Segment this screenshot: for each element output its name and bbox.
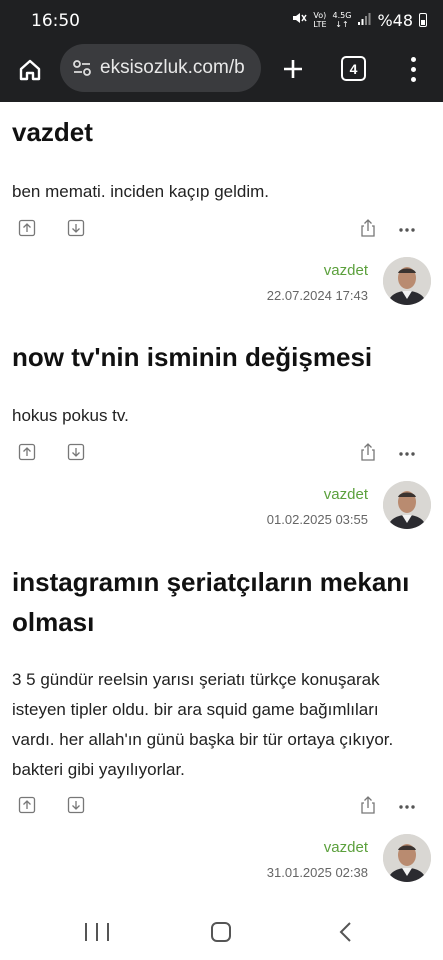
signal-icon	[357, 11, 371, 30]
plus-icon	[284, 60, 302, 78]
upvote-icon	[18, 796, 36, 814]
battery-icon	[419, 13, 427, 27]
home-button[interactable]	[14, 54, 46, 86]
url-text: eksisozluk.com/b	[100, 57, 245, 78]
upvote-button[interactable]	[17, 218, 37, 238]
more-icon	[399, 228, 415, 232]
entry-date[interactable]: 31.01.2025 02:38	[267, 865, 368, 880]
mute-icon	[291, 10, 307, 30]
share-button[interactable]	[358, 795, 378, 815]
status-bar: 16:50 Vo) LTE 4.5G ↓↑ %48	[0, 0, 443, 40]
entry-body-line: vardı. her allah'ın günü başka bir tür o…	[12, 730, 394, 749]
status-icons: Vo) LTE 4.5G ↓↑ %48	[291, 10, 427, 30]
share-icon	[361, 796, 375, 814]
entry-title[interactable]: vazdet	[12, 115, 93, 149]
more-icon	[399, 805, 415, 809]
entry-body-line: isteyen tipler oldu. bir ara squid game …	[12, 700, 379, 719]
menu-dot	[410, 66, 416, 72]
downvote-icon	[67, 796, 85, 814]
entry-title-line[interactable]: olması	[12, 605, 94, 639]
network-volte-top: Vo)	[313, 11, 327, 20]
downvote-button[interactable]	[66, 218, 86, 238]
back-icon[interactable]	[336, 921, 356, 943]
status-time: 16:50	[31, 11, 80, 31]
upvote-button[interactable]	[17, 442, 37, 462]
more-button[interactable]	[397, 220, 417, 240]
share-icon	[361, 443, 375, 461]
home-icon[interactable]	[211, 922, 231, 942]
entry-author[interactable]: vazdet	[324, 839, 368, 856]
new-tab-button[interactable]	[278, 54, 308, 84]
entry-title-line[interactable]: instagramın şeriatçıların mekanı	[12, 565, 409, 599]
site-settings-icon[interactable]	[70, 56, 94, 80]
url-bar[interactable]: eksisozluk.com/b	[60, 44, 261, 92]
network-gen-top: 4.5G	[332, 11, 352, 20]
tab-count: 4	[349, 60, 358, 77]
network-volte-bottom: LTE	[313, 20, 327, 29]
entry-author[interactable]: vazdet	[324, 486, 368, 503]
downvote-button[interactable]	[66, 442, 86, 462]
avatar[interactable]	[383, 834, 431, 882]
entry-author[interactable]: vazdet	[324, 262, 368, 279]
entry-date[interactable]: 22.07.2024 17:43	[267, 288, 368, 303]
avatar[interactable]	[383, 481, 431, 529]
downvote-button[interactable]	[66, 795, 86, 815]
share-button[interactable]	[358, 442, 378, 462]
browser-toolbar: eksisozluk.com/b 4	[0, 40, 443, 102]
upvote-icon	[18, 219, 36, 237]
network-gen: 4.5G ↓↑	[333, 11, 352, 29]
home-icon	[19, 59, 41, 81]
system-nav-bar	[0, 902, 443, 960]
share-button[interactable]	[358, 218, 378, 238]
entry-title[interactable]: now tv'nin isminin değişmesi	[12, 340, 372, 374]
menu-button[interactable]	[400, 54, 426, 84]
battery-text: %48	[377, 10, 413, 30]
network-volte: Vo) LTE	[313, 11, 326, 29]
more-button[interactable]	[397, 797, 417, 817]
page-content: vazdet ben memati. inciden kaçıp geldim.…	[0, 102, 443, 902]
recent-apps-icon[interactable]	[85, 923, 109, 943]
share-icon	[361, 219, 375, 237]
menu-dot	[410, 76, 416, 82]
entry-date[interactable]: 01.02.2025 03:55	[267, 512, 368, 527]
entry-body-line: 3 5 gündür reelsin yarısı şeriatı türkçe…	[12, 670, 380, 689]
entry-body: ben memati. inciden kaçıp geldim.	[12, 182, 270, 201]
avatar[interactable]	[383, 257, 431, 305]
entry-body: hokus pokus tv.	[12, 406, 129, 425]
upvote-button[interactable]	[17, 795, 37, 815]
downvote-icon	[67, 219, 85, 237]
upvote-icon	[18, 443, 36, 461]
downvote-icon	[67, 443, 85, 461]
more-button[interactable]	[397, 444, 417, 464]
entry-body-line: bakteri gibi yayılıyorlar.	[12, 760, 185, 779]
menu-dot	[410, 56, 416, 62]
tabs-button[interactable]: 4	[341, 56, 366, 81]
more-icon	[399, 452, 415, 456]
network-gen-bottom: ↓↑	[335, 20, 349, 29]
